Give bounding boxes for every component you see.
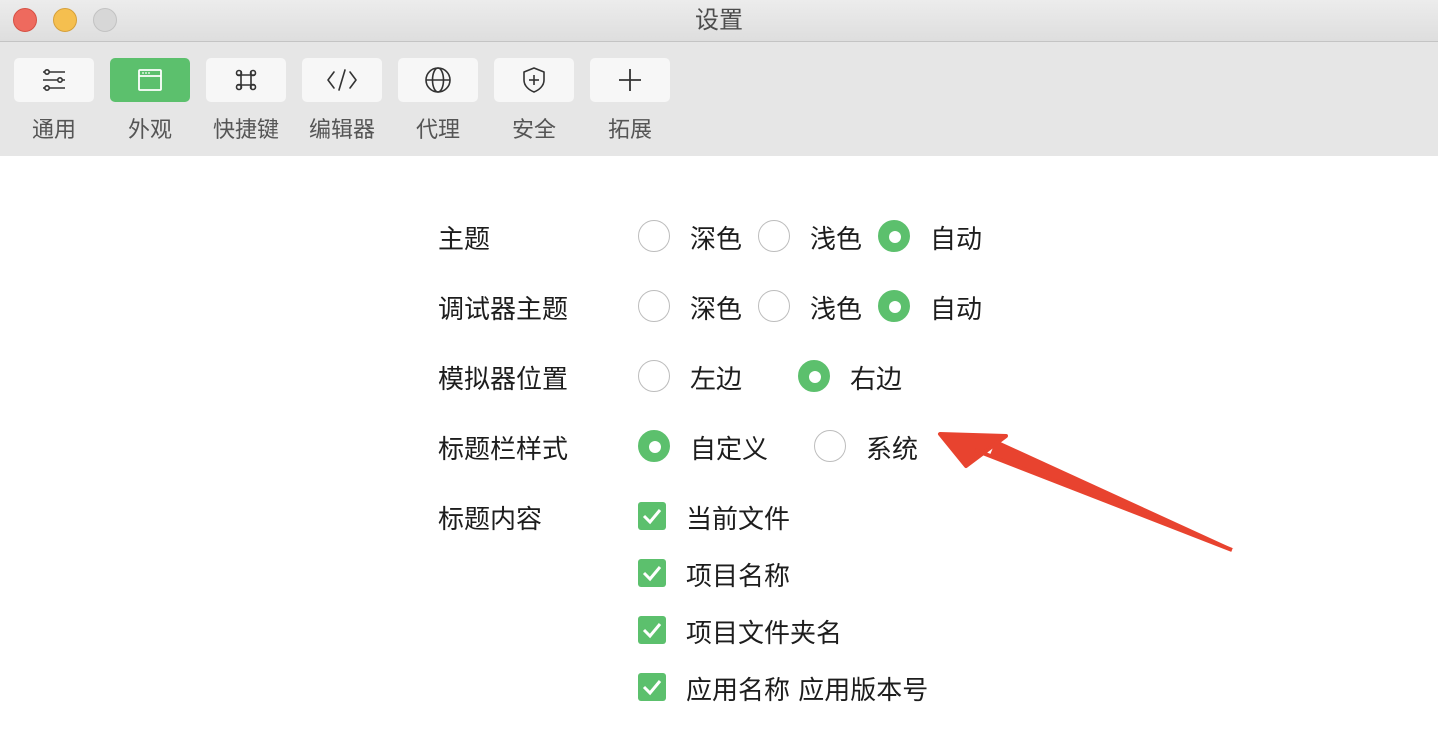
annotation-arrow <box>938 432 1234 552</box>
